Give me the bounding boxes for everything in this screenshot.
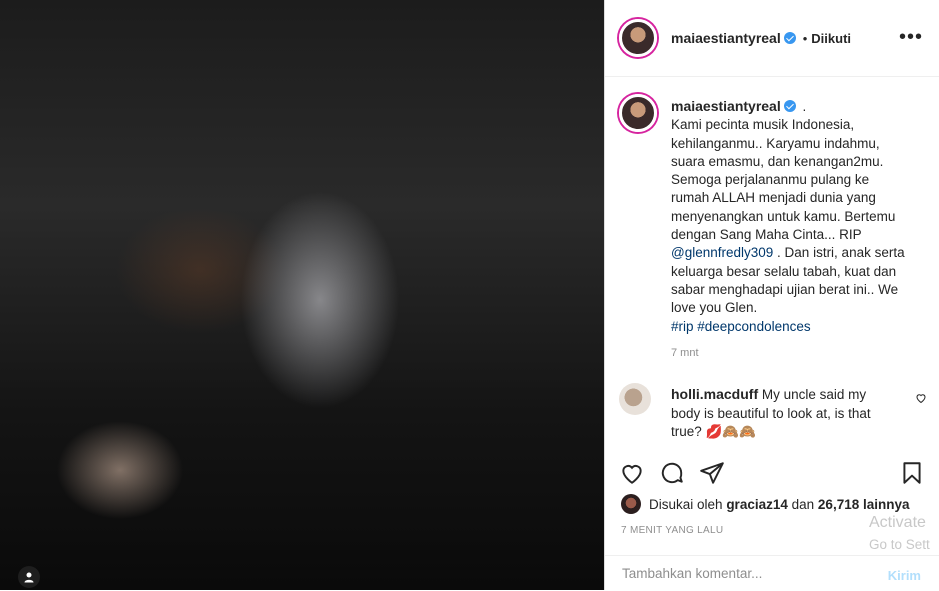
mention-link[interactable]: @glennfredly309: [671, 245, 773, 260]
verified-icon: [783, 32, 796, 44]
caption-line: Semoga perjalananmu pulang ke: [671, 172, 870, 188]
likes-summary: Disukai oleh graciaz14 dan 26,718 lainny…: [621, 494, 909, 514]
hashtags-link[interactable]: #rip #deepcondolences: [671, 319, 811, 334]
likes-count-link[interactable]: 26,718 lainnya: [818, 497, 910, 512]
caption-line: menyenangkan untuk kamu. Bertemu: [671, 208, 896, 224]
commenter-avatar[interactable]: [619, 383, 651, 415]
caption-line: Kami pecinta musik Indonesia,: [671, 117, 855, 133]
author-username[interactable]: maiaestiantyreal: [671, 30, 781, 46]
more-options-icon[interactable]: •••: [899, 26, 923, 49]
caption-author-avatar[interactable]: [619, 94, 657, 132]
caption: maiaestiantyreal . Kami pecinta musik In…: [671, 97, 923, 336]
heart-icon[interactable]: [619, 460, 645, 491]
verified-icon: [783, 100, 796, 112]
comment-text: holli.macduff My uncle said my body is b…: [671, 385, 897, 442]
caption-time-ago[interactable]: 7 mnt: [671, 347, 699, 359]
comment-icon[interactable]: [659, 460, 685, 491]
post-detail-panel: maiaestiantyreal • Diikuti ••• maiaestia…: [605, 0, 939, 590]
comment-emojis: 💋🙈🙈: [705, 424, 756, 439]
action-bar: [605, 456, 939, 490]
post-header: maiaestiantyreal • Diikuti •••: [605, 0, 939, 77]
comment-input[interactable]: [620, 565, 864, 582]
caption-line: rumah ALLAH menjadi dunia yang: [671, 190, 876, 206]
caption-line: suara emasmu, dan kenangan2mu.: [671, 153, 884, 169]
caption-username[interactable]: maiaestiantyreal: [671, 98, 781, 114]
liker-avatar[interactable]: [621, 494, 641, 514]
bookmark-icon[interactable]: [899, 460, 925, 491]
tagged-people-icon[interactable]: [18, 566, 40, 588]
post-date[interactable]: 7 MENIT YANG LALU: [621, 525, 723, 536]
author-avatar[interactable]: [619, 19, 657, 57]
comment-like-heart-icon[interactable]: [915, 391, 927, 409]
commenter-username[interactable]: holli.macduff: [671, 386, 758, 402]
dot-separator: •: [802, 30, 808, 46]
post-comment-button[interactable]: Kirim: [888, 568, 921, 583]
caption-separator: .: [802, 99, 807, 114]
post-photo[interactable]: [0, 0, 605, 590]
caption-line: kehilanganmu.. Karyamu indahmu,: [671, 135, 880, 151]
likes-middle: dan: [791, 496, 815, 512]
follow-status-button[interactable]: Diikuti: [811, 31, 851, 46]
share-icon[interactable]: [699, 460, 725, 491]
first-liker-link[interactable]: graciaz14: [726, 497, 788, 512]
add-comment-bar: Kirim: [605, 555, 939, 591]
likes-prefix: Disukai oleh: [649, 496, 723, 512]
caption-line: dengan Sang Maha Cinta... RIP: [671, 227, 862, 243]
